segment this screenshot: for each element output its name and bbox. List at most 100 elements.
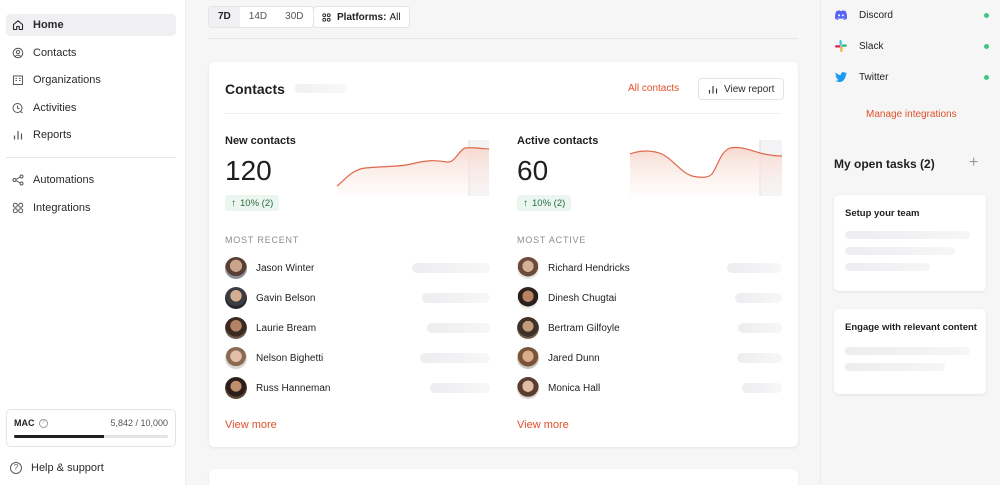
contact-name: Jason Winter [256, 262, 315, 274]
contact-row[interactable]: Laurie Bream [225, 317, 316, 339]
discord-icon [834, 10, 848, 20]
loading-skeleton [742, 383, 782, 393]
avatar [517, 257, 539, 279]
mac-progress-fill [14, 435, 104, 438]
loading-skeleton [845, 231, 970, 239]
contact-row[interactable]: Monica Hall [517, 377, 600, 399]
view-report-button[interactable]: View report [698, 78, 785, 100]
active-contacts-sparkline [630, 140, 782, 196]
platforms-label: Platforms: [337, 11, 387, 23]
task-card[interactable]: Engage with relevant content [834, 309, 986, 394]
most-recent-heading: MOST RECENT [225, 235, 300, 245]
loading-skeleton [422, 293, 490, 303]
twitter-icon [835, 72, 847, 83]
info-icon[interactable]: ? [38, 418, 48, 428]
period-14d-button[interactable]: 14D [240, 7, 276, 27]
sidebar-item-label: Integrations [33, 202, 91, 214]
secondary-card [209, 469, 798, 485]
period-selector: 7D 14D 30D [208, 6, 314, 28]
platforms-value: All [389, 11, 401, 23]
contact-row[interactable]: Nelson Bighetti [225, 347, 323, 369]
active-contacts-change-badge: ↑ 10% (2) [517, 195, 572, 211]
organizations-icon [13, 75, 23, 85]
sidebar-item-label: Reports [33, 129, 72, 141]
most-recent-view-more-link[interactable]: View more [225, 419, 277, 431]
sidebar-item-label: Home [33, 19, 64, 31]
home-icon [12, 20, 24, 31]
mac-progress-bar [14, 435, 168, 438]
contact-name: Gavin Belson [256, 292, 316, 304]
sidebar-item-organizations[interactable]: Organizations [6, 69, 176, 91]
most-active-view-more-link[interactable]: View more [517, 419, 569, 431]
period-7d-button[interactable]: 7D [209, 7, 240, 27]
manage-integrations-link[interactable]: Manage integrations [866, 109, 957, 120]
header-divider [208, 38, 798, 39]
bar-chart-icon [708, 85, 718, 93]
avatar [517, 317, 539, 339]
contact-name: Dinesh Chugtai [548, 292, 617, 304]
avatar [225, 257, 247, 279]
contact-name: Richard Hendricks [548, 262, 630, 274]
integration-slack[interactable]: Slack [834, 37, 989, 55]
contact-name: Russ Hanneman [256, 382, 331, 394]
most-active-heading: MOST ACTIVE [517, 235, 587, 245]
mac-usage: MAC? 5,842 / 10,000 [6, 409, 176, 447]
task-title: Setup your team [845, 208, 920, 219]
mac-count: 5,842 / 10,000 [110, 418, 168, 428]
sidebar-item-contacts[interactable]: Contacts [6, 42, 176, 64]
reports-icon [13, 131, 23, 140]
sidebar-item-label: Contacts [33, 47, 77, 59]
integration-name: Discord [859, 9, 893, 21]
task-title: Engage with relevant content [845, 322, 977, 333]
loading-skeleton [845, 247, 955, 255]
status-dot [984, 43, 989, 49]
integration-twitter[interactable]: Twitter [834, 68, 989, 86]
contacts-card: Contacts All contacts View report New co… [209, 62, 798, 447]
loading-skeleton [735, 293, 782, 303]
task-card[interactable]: Setup your team [834, 195, 986, 291]
slack-icon [835, 40, 847, 52]
question-icon: ? [10, 462, 22, 474]
period-30d-button[interactable]: 30D [276, 7, 312, 27]
avatar [517, 377, 539, 399]
avatar [225, 377, 247, 399]
integration-discord[interactable]: Discord [834, 6, 989, 24]
grid-icon [322, 12, 331, 22]
sidebar: Home Contacts Organizations Activities R… [0, 0, 186, 485]
loading-skeleton [737, 353, 782, 363]
contact-row[interactable]: Bertram Gilfoyle [517, 317, 620, 339]
sidebar-item-automations[interactable]: Automations [6, 169, 176, 191]
add-task-button[interactable]: + [969, 154, 978, 172]
arrow-up-icon: ↑ [523, 197, 528, 209]
platforms-filter-button[interactable]: Platforms: All [313, 6, 410, 28]
avatar [517, 347, 539, 369]
loading-skeleton [845, 363, 945, 371]
integrations-icon [12, 202, 24, 214]
sidebar-item-label: Activities [33, 102, 77, 114]
sidebar-item-activities[interactable]: Activities [6, 97, 176, 119]
loading-skeleton [427, 323, 490, 333]
sidebar-item-reports[interactable]: Reports [6, 124, 176, 146]
loading-skeleton [420, 353, 490, 363]
mac-label: MAC? [14, 418, 48, 428]
contact-row[interactable]: Jason Winter [225, 257, 314, 279]
new-contacts-value: 120 [225, 155, 272, 186]
integration-name: Slack [859, 40, 884, 52]
sidebar-item-home[interactable]: Home [6, 14, 176, 36]
active-contacts-value: 60 [517, 155, 549, 186]
contact-row[interactable]: Gavin Belson [225, 287, 315, 309]
card-divider [225, 113, 781, 114]
contact-row[interactable]: Russ Hanneman [225, 377, 330, 399]
contact-row[interactable]: Jared Dunn [517, 347, 600, 369]
loading-skeleton [738, 323, 782, 333]
contact-row[interactable]: Richard Hendricks [517, 257, 630, 279]
all-contacts-link[interactable]: All contacts [628, 83, 679, 94]
status-dot [984, 74, 989, 80]
avatar [225, 287, 247, 309]
sidebar-item-integrations[interactable]: Integrations [6, 197, 176, 219]
contact-row[interactable]: Dinesh Chugtai [517, 287, 616, 309]
avatar [225, 347, 247, 369]
sidebar-item-label: Automations [33, 174, 95, 186]
loading-skeleton [412, 263, 490, 273]
help-support-link[interactable]: ? Help & support [10, 462, 104, 474]
